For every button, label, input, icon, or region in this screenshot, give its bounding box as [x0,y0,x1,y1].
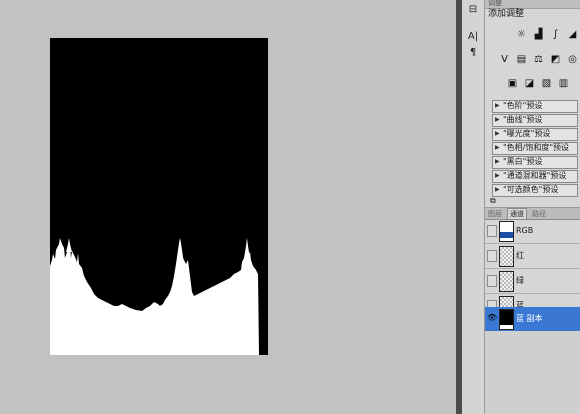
channel-name: 红 [516,251,524,260]
expand-triangle-icon: ▶ [495,172,500,179]
adjustment-icons-row-3: ▣ ◪ ▧ ▥ [485,77,580,93]
black-white-icon[interactable]: ◩ [549,53,562,66]
character-icon[interactable]: A| [466,30,480,44]
preset-exposure[interactable]: ▶ "曝光度"预设 [492,128,578,141]
expand-triangle-icon: ▶ [495,130,500,137]
posterize-icon[interactable]: ▧ [540,77,553,90]
vibrance-icon[interactable]: V [498,53,511,66]
adjustment-icons-row-2: V ▤ ⚖ ◩ ◎ [485,53,580,69]
channel-thumbnail [499,271,514,292]
invert-icon[interactable]: ◪ [523,77,536,90]
expand-triangle-icon: ▶ [495,102,500,109]
tab-channels[interactable]: 通道 [507,208,527,219]
exposure-icon[interactable]: ◢ [566,28,579,41]
channel-row-blue-copy[interactable]: 👁 蓝 副本 [485,307,580,332]
preset-levels[interactable]: ▶ "色阶"预设 [492,100,578,113]
clip-to-layer-icon[interactable]: ⧉ [490,196,500,205]
brightness-contrast-icon[interactable]: ☼ [515,28,528,41]
visibility-toggle[interactable] [487,250,497,262]
eye-icon[interactable]: 👁 [487,313,497,323]
channel-thumbnail [499,246,514,267]
curves-icon[interactable]: ∫ [549,28,562,41]
adjustment-presets-list: ▶ "色阶"预设 ▶ "曲线"预设 ▶ "曝光度"预设 ▶ "色相/饱和度"预设 ▶ "黑… [492,100,578,198]
adjustments-tab[interactable]: 调整 [485,0,580,9]
channel-thumbnail [499,309,514,330]
preset-selective-color[interactable]: ▶ "可选颜色"预设 [492,184,578,197]
expand-triangle-icon: ▶ [495,144,500,151]
channel-name: 绿 [516,276,524,285]
right-panel-dock: 调整 添加调整 ☼ ▟ ∫ ◢ V ▤ ⚖ ◩ ◎ ▣ ◪ ▧ ▥ ▶ "色阶"预… [485,0,580,414]
preset-curves[interactable]: ▶ "曲线"预设 [492,114,578,127]
channel-mixer-icon[interactable]: ▣ [506,77,519,90]
expand-triangle-icon: ▶ [495,158,500,165]
preset-hue-saturation[interactable]: ▶ "色相/饱和度"预设 [492,142,578,155]
channel-row-rgb[interactable]: RGB [485,219,580,244]
color-balance-icon[interactable]: ⚖ [532,53,545,66]
channels-panel-empty-area [485,331,580,414]
visibility-toggle[interactable] [487,275,497,287]
channel-name: RGB [516,226,534,235]
hue-saturation-icon[interactable]: ▤ [515,53,528,66]
expand-triangle-icon: ▶ [495,116,500,123]
visibility-toggle[interactable] [487,225,497,237]
preset-channel-mixer[interactable]: ▶ "通道混和器"预设 [492,170,578,183]
tab-paths[interactable]: 路径 [530,209,548,219]
threshold-icon[interactable]: ▥ [557,77,570,90]
channel-row-green[interactable]: 绿 [485,269,580,294]
levels-icon[interactable]: ▟ [532,28,545,41]
city-skyline-mask-graphic [50,38,268,355]
collapsed-panel-strip: ⊟ A| ¶ [462,0,485,414]
photo-filter-icon[interactable]: ◎ [566,53,579,66]
tab-layers[interactable]: 图层 [486,209,504,219]
history-panel-icon[interactable]: ⊟ [466,3,480,17]
channel-row-red[interactable]: 红 [485,244,580,269]
paragraph-icon[interactable]: ¶ [466,46,480,60]
channel-thumbnail [499,221,514,242]
adjustments-panel-title: 添加调整 [488,9,525,19]
document-canvas-area[interactable] [0,0,456,414]
channel-name: 蓝 副本 [516,314,543,323]
expand-triangle-icon: ▶ [495,186,500,193]
preset-black-white[interactable]: ▶ "黑白"预设 [492,156,578,169]
document-image-channel-mask[interactable] [50,38,268,355]
adjustment-icons-row-1: ☼ ▟ ∫ ◢ [485,28,580,44]
